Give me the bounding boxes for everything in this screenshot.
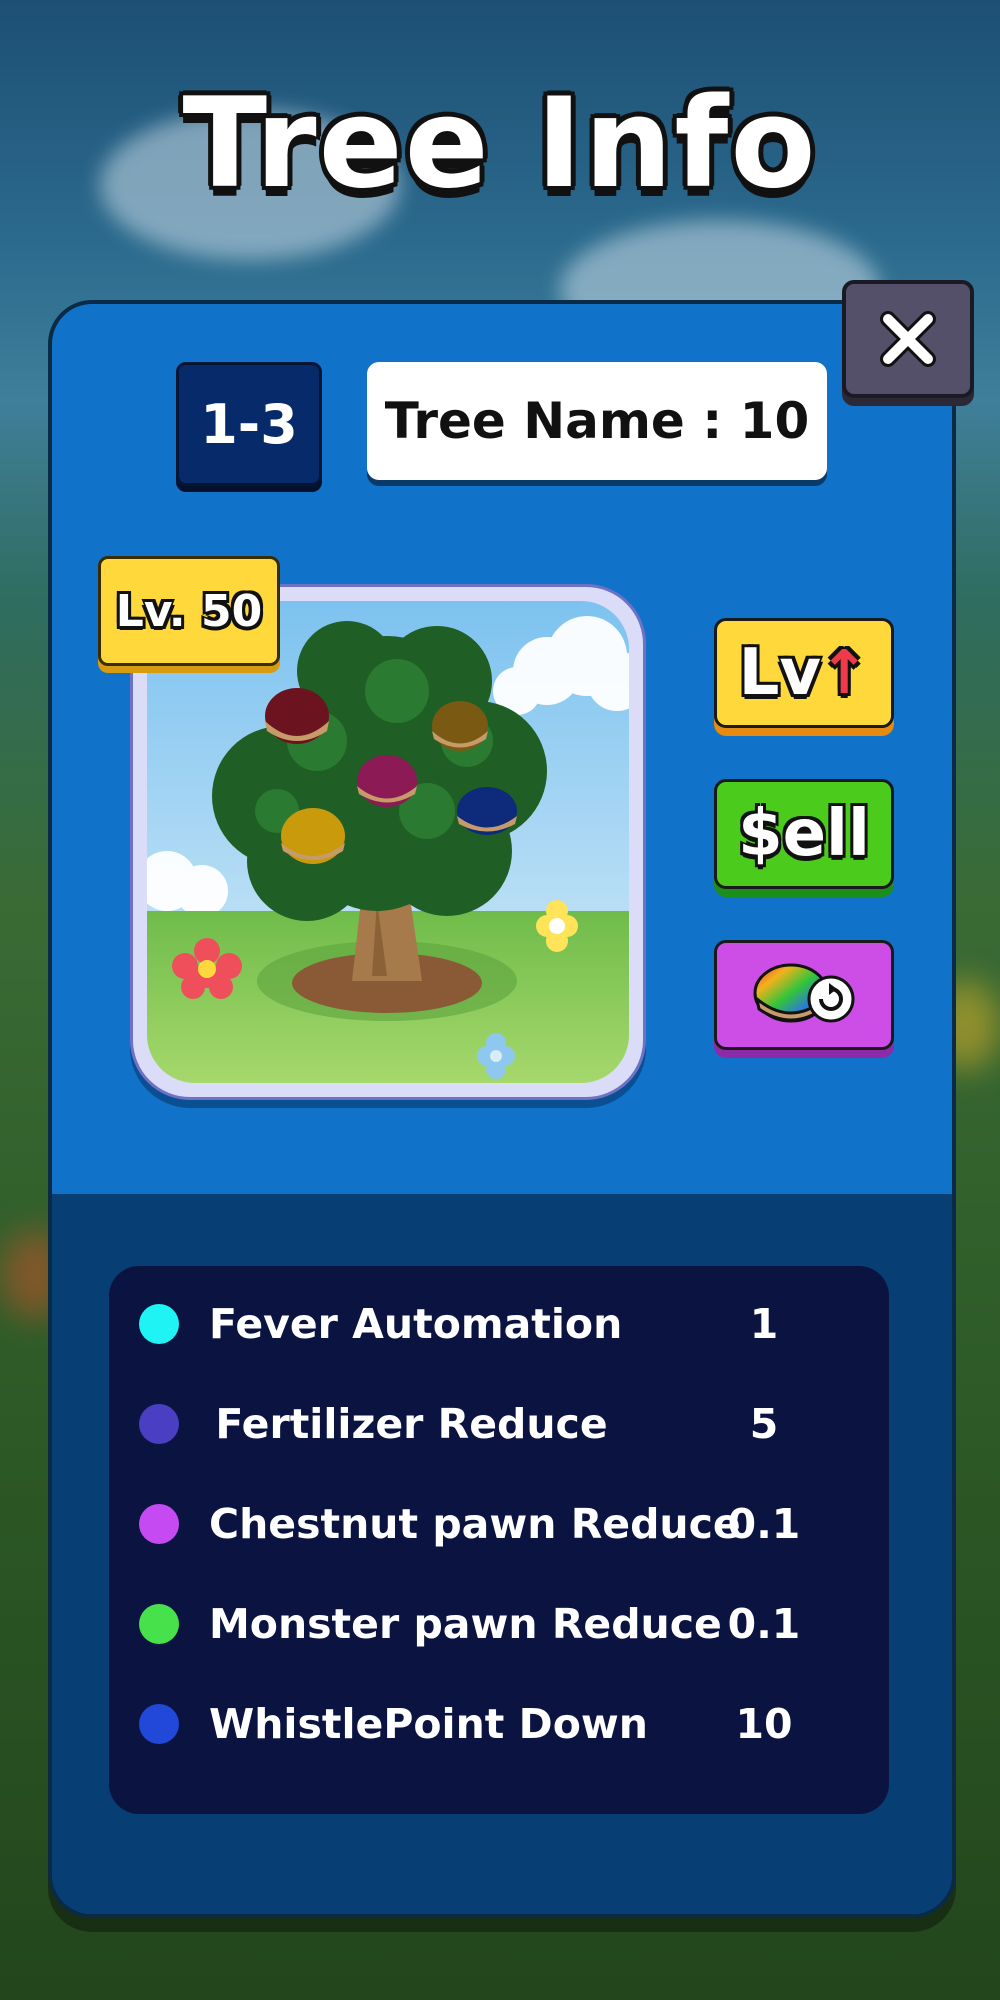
stat-color-dot [139, 1304, 179, 1344]
stat-row: Monster pawn Reduce 0.1 [109, 1574, 889, 1674]
stat-label: WhistlePoint Down [209, 1700, 648, 1748]
change-fruit-button[interactable] [714, 940, 894, 1050]
sell-label: $ell [738, 797, 870, 871]
stat-value: 5 [749, 1400, 779, 1448]
level-badge: Lv. 50 [98, 556, 280, 666]
stat-label: Fertilizer Reduce [215, 1400, 608, 1448]
level-up-button[interactable]: Lv ↑ [714, 618, 894, 728]
stat-color-dot [139, 1504, 179, 1544]
stat-value: 10 [735, 1700, 793, 1748]
stats-list: Fever Automation 1 Fertilizer Reduce 5 C… [109, 1266, 889, 1814]
stage-badge: 1-3 [176, 362, 322, 486]
stat-color-dot [139, 1404, 179, 1444]
stat-value: 1 [749, 1300, 779, 1348]
sell-button[interactable]: $ell [714, 779, 894, 889]
close-button[interactable] [842, 280, 974, 398]
tree-name-label: Tree Name : 10 [367, 362, 827, 480]
stat-label: Chestnut pawn Reduce [209, 1500, 741, 1548]
up-arrow-icon: ↑ [819, 638, 870, 708]
stat-row: Fever Automation 1 [109, 1274, 889, 1374]
stat-row: WhistlePoint Down 10 [109, 1674, 889, 1774]
chestnut-refresh-icon [753, 963, 855, 1023]
tree-image [147, 601, 629, 1083]
stat-label: Monster pawn Reduce [209, 1600, 722, 1648]
stat-color-dot [139, 1604, 179, 1644]
stat-row: Fertilizer Reduce 5 [109, 1374, 889, 1474]
page-title: Tree Info [182, 72, 818, 216]
stat-row: Chestnut pawn Reduce 0.1 [109, 1474, 889, 1574]
stat-value: 0.1 [727, 1600, 801, 1648]
tree-illustration [147, 601, 629, 1083]
stat-color-dot [139, 1704, 179, 1744]
stat-value: 0.1 [727, 1500, 801, 1548]
close-icon [880, 311, 936, 367]
level-up-label: Lv [738, 636, 822, 710]
tree-info-panel: 1-3 Tree Name : 10 Lv. 50 Lv ↑ $ell Feve… [48, 300, 956, 1918]
stat-label: Fever Automation [209, 1300, 623, 1348]
